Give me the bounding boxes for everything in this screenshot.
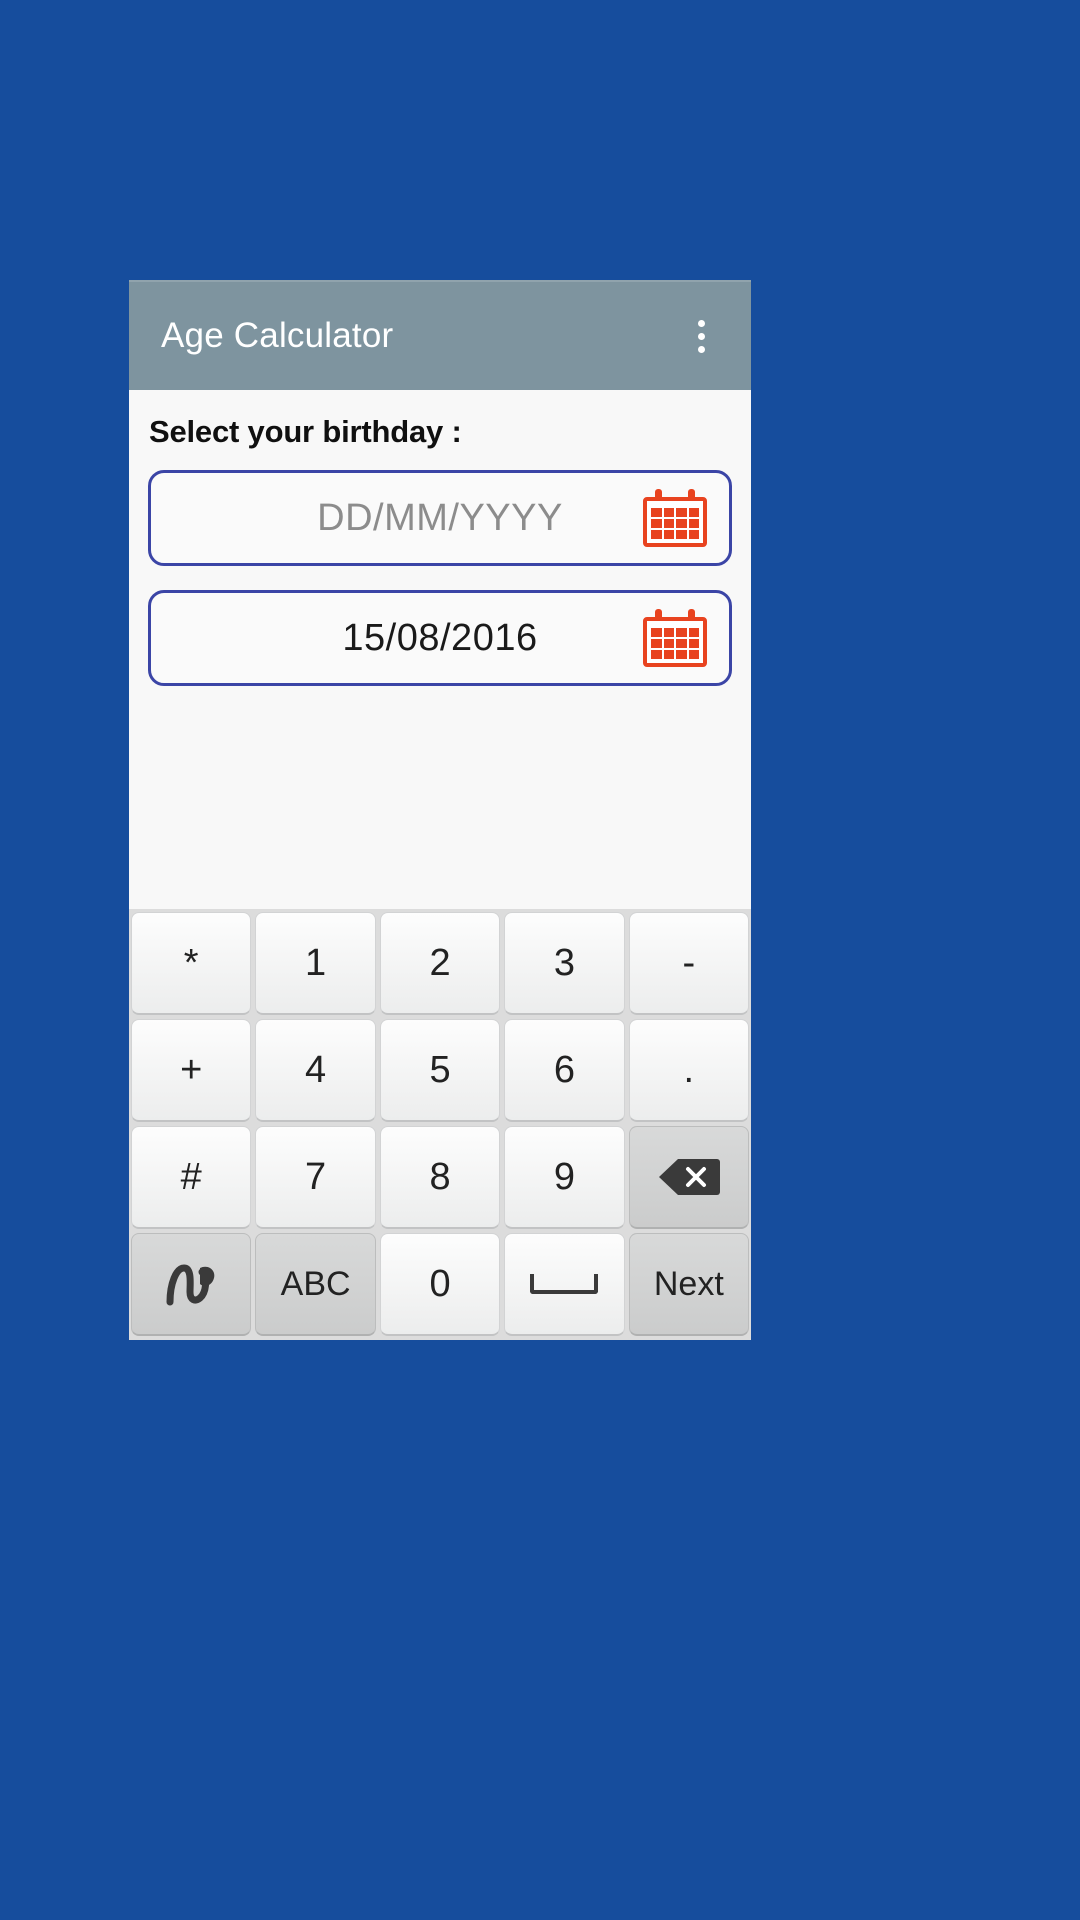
handwriting-icon	[162, 1262, 220, 1306]
key-hash[interactable]: #	[131, 1126, 252, 1229]
app-bar: Age Calculator	[129, 280, 751, 390]
key-asterisk[interactable]: *	[131, 912, 252, 1015]
app-window: Age Calculator Select your birthday : DD…	[129, 280, 751, 1340]
key-3-label: 3	[553, 941, 575, 984]
key-0[interactable]: 0	[379, 1233, 501, 1336]
key-8[interactable]: 8	[379, 1126, 501, 1229]
key-period-label: .	[683, 1048, 695, 1091]
menu-dot	[697, 332, 705, 340]
more-vertical-icon[interactable]	[673, 300, 729, 372]
key-2-label: 2	[429, 941, 451, 984]
calendar-body	[643, 497, 707, 547]
key-minus-label: -	[682, 941, 696, 984]
keyboard-row: ABC 0 Next	[131, 1233, 750, 1336]
birthday-input[interactable]: DD/MM/YYYY	[148, 470, 732, 566]
space-icon	[530, 1274, 599, 1294]
key-space[interactable]	[504, 1233, 625, 1336]
key-0-label: 0	[429, 1262, 451, 1305]
calendar-icon[interactable]	[643, 489, 707, 547]
key-6-label: 6	[553, 1048, 575, 1091]
key-plus-label: +	[180, 1048, 203, 1091]
backspace-icon	[658, 1157, 720, 1197]
numeric-keyboard: * 1 2 3 - +4 5 6. #7 8 9 ABC 0 Next	[129, 909, 751, 1340]
key-period[interactable]: .	[628, 1019, 750, 1122]
date-input-value: 15/08/2016	[342, 616, 538, 659]
key-4[interactable]: 4	[255, 1019, 376, 1122]
key-next-label: Next	[653, 1264, 724, 1303]
key-4-label: 4	[305, 1048, 327, 1091]
form-content: Select your birthday : DD/MM/YYYY 15/08/…	[129, 390, 751, 909]
key-3[interactable]: 3	[504, 912, 625, 1015]
key-6[interactable]: 6	[504, 1019, 625, 1122]
keyboard-row: * 1 2 3 -	[131, 912, 750, 1015]
key-5[interactable]: 5	[379, 1019, 501, 1122]
key-abc[interactable]: ABC	[255, 1233, 376, 1336]
key-asterisk-label: *	[183, 941, 199, 984]
form-label: Select your birthday :	[149, 414, 462, 449]
key-7-label: 7	[305, 1155, 327, 1198]
key-1-label: 1	[305, 941, 327, 984]
key-abc-label: ABC	[280, 1264, 351, 1303]
keyboard-row: #7 8 9	[131, 1126, 750, 1229]
menu-dot	[697, 345, 705, 353]
key-backspace[interactable]	[628, 1126, 750, 1229]
date-input[interactable]: 15/08/2016	[148, 590, 732, 686]
page-title: Age Calculator	[161, 316, 394, 355]
birthday-input-placeholder: DD/MM/YYYY	[317, 496, 563, 539]
calendar-icon[interactable]	[643, 609, 707, 667]
key-plus[interactable]: +	[131, 1019, 252, 1122]
key-9[interactable]: 9	[504, 1126, 625, 1229]
calendar-body	[643, 617, 707, 667]
menu-dot	[697, 319, 705, 327]
keyboard-row: +4 5 6.	[131, 1019, 750, 1122]
key-7[interactable]: 7	[255, 1126, 376, 1229]
key-1[interactable]: 1	[255, 912, 376, 1015]
key-minus[interactable]: -	[628, 912, 750, 1015]
key-8-label: 8	[429, 1155, 451, 1198]
key-9-label: 9	[553, 1155, 575, 1198]
key-2[interactable]: 2	[379, 912, 501, 1015]
key-handwriting[interactable]	[131, 1233, 252, 1336]
key-next[interactable]: Next	[628, 1233, 750, 1336]
key-5-label: 5	[429, 1048, 451, 1091]
key-hash-label: #	[180, 1155, 202, 1198]
